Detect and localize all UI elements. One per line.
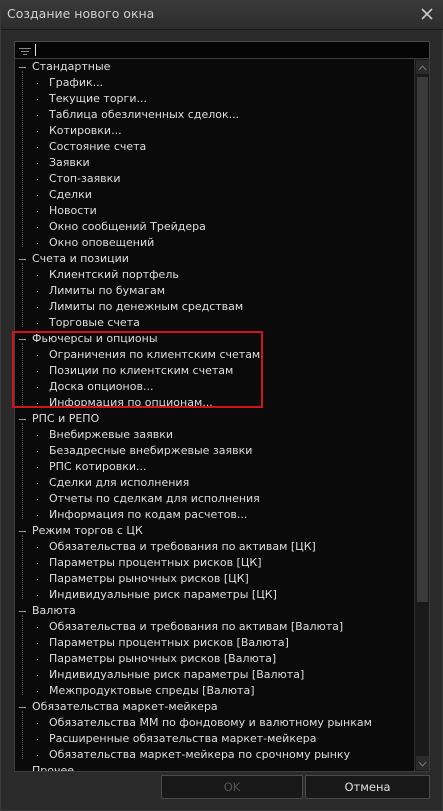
tree-item-label: Безадресные внебиржевые заявки [49,444,253,457]
tree-item-label: Состояние счета [49,140,147,153]
tree-category-label: Валюта [32,604,76,617]
tree-category-label: Счета и позиции [32,252,129,265]
tree-item-label: Расширенные обязательства маркет-мейкера [49,732,317,745]
tree-item-label: Информация по кодам расчетов... [49,508,248,521]
chevron-down-icon [418,761,427,767]
tree-category-label: Стандартные [32,60,111,73]
tree-item-label: Окно сообщений Трейдера [49,220,206,233]
tree-item-label: Параметры рыночных рисков [Валюта] [49,652,277,665]
tree-category-label: Режим торгов с ЦК [32,524,143,537]
tree-category-label: Фьючерсы и опционы [32,332,158,345]
scroll-down-button[interactable] [416,756,429,770]
scroll-thumb[interactable] [417,77,428,602]
tree-item-label: Заявки [49,156,90,169]
tree-item-label: Межпродуктовые спреды [Валюта] [49,684,255,697]
chevron-up-icon [418,65,427,71]
tree-item-label: Котировки... [49,124,122,137]
tree-item-label: Внебиржевые заявки [49,428,174,441]
tree-guide-line [22,343,23,407]
cancel-button[interactable]: Отмена [305,775,430,799]
search-input[interactable] [14,41,430,59]
window-type-tree: Стандартные График... Текущие торги... Табл… [14,58,430,772]
close-icon[interactable] [418,5,436,23]
tree-item-label: Доска опционов... [49,380,154,393]
tree-item-label: Позиции по клиентским счетам [49,364,234,377]
tree-item-label: Таблица обезличенных сделок... [49,108,240,121]
scroll-up-button[interactable] [416,60,429,74]
new-window-dialog: Создание нового окна Стандартные График..… [0,0,443,811]
tree-guide-line [22,615,23,695]
tree-list: Стандартные График... Текущие торги... Табл… [15,59,413,771]
tree-guide-line [22,71,23,247]
tree-item-label: Параметры процентных рисков [Валюта] [49,636,289,649]
tree-item-label: Индивидуальные риск параметры [Валюта] [49,668,305,681]
tree-item-label: График... [49,76,104,89]
tree-guide-line [22,423,23,519]
tree-guide-line [22,535,23,599]
window-title: Создание нового окна [7,6,155,21]
tree-item-label: Клиентский портфель [49,268,179,281]
tree-item-label: Сделки [49,188,92,201]
tree-item-label: Лимиты по денежным средствам [49,300,244,313]
tree-guide-line [22,263,23,327]
tree-category-label: РПС и РЕПО [32,412,100,425]
tree-item-label: Информация по опционам... [49,396,213,409]
tree-item-label: Лимиты по бумагам [49,284,166,297]
tree-item-label: Параметры рыночных рисков [ЦК] [49,572,249,585]
tree-item-label: Новости [49,204,97,217]
title-bar[interactable]: Создание нового окна [1,1,443,30]
ok-button[interactable]: OK [161,775,303,799]
tree-item-label: Ограничения по клиентским счетам [49,348,261,361]
tree-item-label: Параметры процентных рисков [ЦК] [49,556,262,569]
tree-item-label: Торговые счета [49,316,140,329]
tree-item-label: Обязательства маркет-мейкера по срочному… [49,748,351,761]
tree-item-label: Отчеты по сделкам для исполнения [49,492,260,505]
vertical-scrollbar[interactable] [414,59,429,771]
tree-guide-line [22,711,23,759]
tree-item-label: Сделки для исполнения [49,476,190,489]
tree-item-label: Обязательства и требования по активам [Ц… [49,540,316,553]
tree-item-label: Индивидуальные риск параметры [ЦК] [49,588,277,601]
tree-item-label: Обязательства ММ по фондовому и валютном… [49,716,372,729]
tree-item-label: Текущие торги... [49,92,147,105]
tree-item-label: Обязательства и требования по активам [В… [49,620,344,633]
text-caret [35,44,36,56]
tree-category-label: Обязательства маркет-мейкера [32,700,218,713]
tree-item-label: РПС котировки... [49,460,147,473]
tree-item-label: Окно оповещений [49,236,155,249]
tree-category-label: Прочее [32,764,75,771]
tree-item-label: Стоп-заявки [49,172,121,185]
